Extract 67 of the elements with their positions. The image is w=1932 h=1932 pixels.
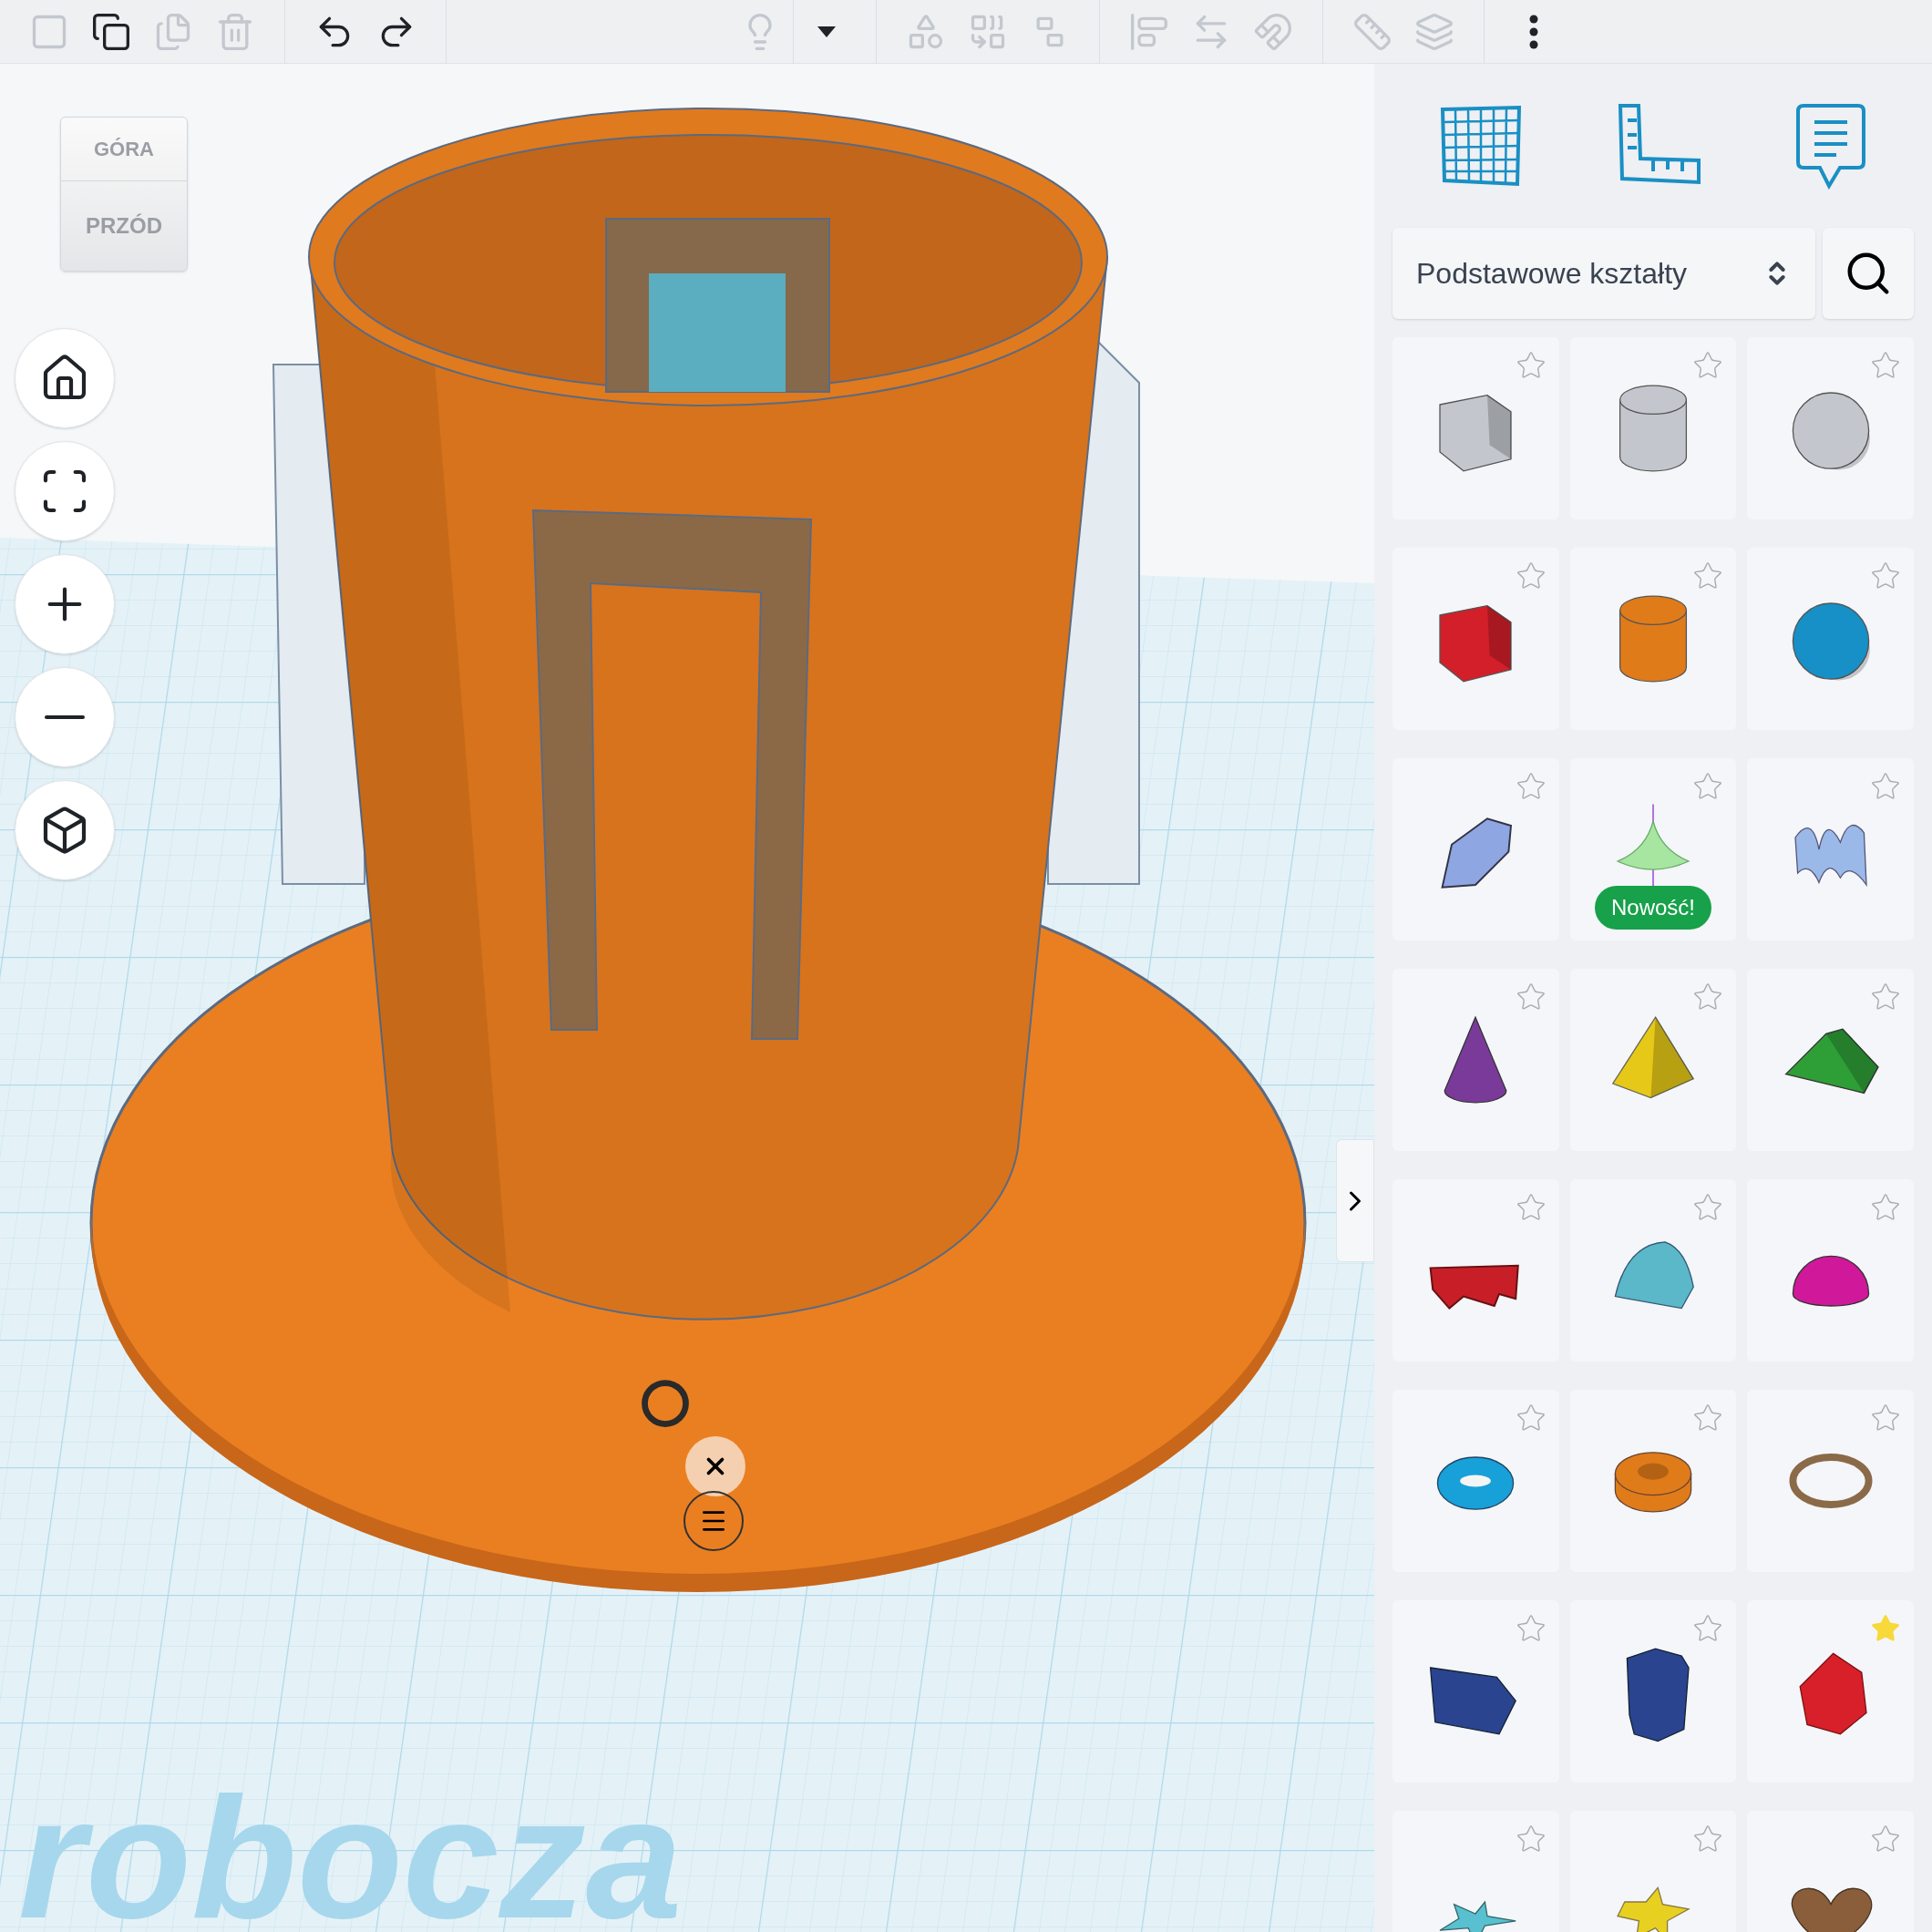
notes-icon — [1794, 102, 1868, 190]
shape-tile[interactable] — [1392, 758, 1559, 940]
favorite-star-icon[interactable] — [1692, 350, 1724, 381]
view-cube-top-label: GÓRA — [94, 137, 154, 162]
search-button[interactable] — [1823, 228, 1914, 319]
shape-tile[interactable] — [1392, 337, 1559, 519]
caret-icon — [817, 25, 837, 38]
favorite-star-icon[interactable] — [1692, 1192, 1724, 1223]
view-cube-front-label: PRZÓD — [86, 212, 162, 240]
favorite-star-icon[interactable] — [1515, 1403, 1547, 1434]
circle-handle-icon[interactable] — [641, 1379, 690, 1428]
shape-tile[interactable] — [1747, 1390, 1914, 1572]
align-icon — [1129, 11, 1169, 52]
favorite-star-icon[interactable] — [1515, 1613, 1547, 1644]
shape-tile[interactable] — [1392, 1179, 1559, 1362]
favorite-star-icon[interactable] — [1870, 350, 1901, 381]
shape-tile[interactable] — [1569, 1600, 1737, 1783]
shape-tile[interactable] — [1392, 548, 1559, 730]
favorite-star-icon[interactable] — [1692, 560, 1724, 591]
collapse-panel-tab[interactable] — [1336, 1139, 1374, 1262]
shape-tile[interactable] — [1392, 969, 1559, 1151]
view-cube[interactable]: GÓRA PRZÓD — [60, 117, 188, 272]
shape-tile[interactable] — [1569, 1390, 1737, 1572]
copy-icon — [91, 11, 131, 52]
favorite-star-icon[interactable] — [1515, 1192, 1547, 1223]
workplane-grid-button[interactable] — [1438, 104, 1523, 188]
menu-button[interactable] — [683, 1491, 744, 1551]
favorite-star-icon[interactable] — [1870, 1613, 1901, 1644]
shape-tile[interactable] — [1747, 969, 1914, 1151]
zoom-out-icon — [45, 715, 85, 719]
favorite-star-icon[interactable] — [1692, 1403, 1724, 1434]
shape-tile[interactable] — [1569, 1179, 1737, 1362]
shape-tile[interactable] — [1747, 548, 1914, 730]
shape-tile[interactable] — [1569, 548, 1737, 730]
favorite-star-icon[interactable] — [1515, 981, 1547, 1012]
favorite-star-icon[interactable] — [1870, 1824, 1901, 1855]
favorite-star-icon[interactable] — [1515, 560, 1547, 591]
shape-tile[interactable] — [1392, 1600, 1559, 1783]
favorite-star-icon[interactable] — [1692, 981, 1724, 1012]
shape-tile[interactable] — [1747, 758, 1914, 940]
shape-tile[interactable] — [1747, 1179, 1914, 1362]
magnet-icon — [1253, 11, 1293, 52]
new-badge: Nowość! — [1594, 886, 1711, 930]
ruler-icon — [1352, 11, 1392, 52]
shape-tile[interactable]: Nowość! — [1569, 758, 1737, 940]
favorite-star-icon[interactable] — [1515, 771, 1547, 802]
shape-tile[interactable] — [1747, 337, 1914, 519]
favorite-star-icon[interactable] — [1870, 1192, 1901, 1223]
favorite-star-icon[interactable] — [1870, 771, 1901, 802]
shape-tile[interactable] — [1569, 337, 1737, 519]
shape-tile[interactable] — [1392, 1390, 1559, 1572]
notes-button[interactable] — [1794, 102, 1868, 190]
favorite-star-icon[interactable] — [1515, 350, 1547, 381]
library-select[interactable]: Podstawowe kształty — [1392, 228, 1815, 319]
favorite-star-icon[interactable] — [1692, 1824, 1724, 1855]
favorite-star-icon[interactable] — [1870, 981, 1901, 1012]
favorite-star-icon[interactable] — [1692, 771, 1724, 802]
favorite-star-icon[interactable] — [1870, 1403, 1901, 1434]
layers-icon — [1414, 11, 1454, 52]
shape-tile[interactable] — [1569, 969, 1737, 1151]
workplane-label: robocza — [18, 1759, 683, 1932]
more-icon — [1529, 14, 1538, 49]
grid-icon — [1438, 104, 1523, 188]
favorite-star-icon[interactable] — [1870, 560, 1901, 591]
shape-tile[interactable] — [1747, 1600, 1914, 1783]
favorite-star-icon[interactable] — [1692, 1613, 1724, 1644]
favorite-star-icon[interactable] — [1515, 1824, 1547, 1855]
